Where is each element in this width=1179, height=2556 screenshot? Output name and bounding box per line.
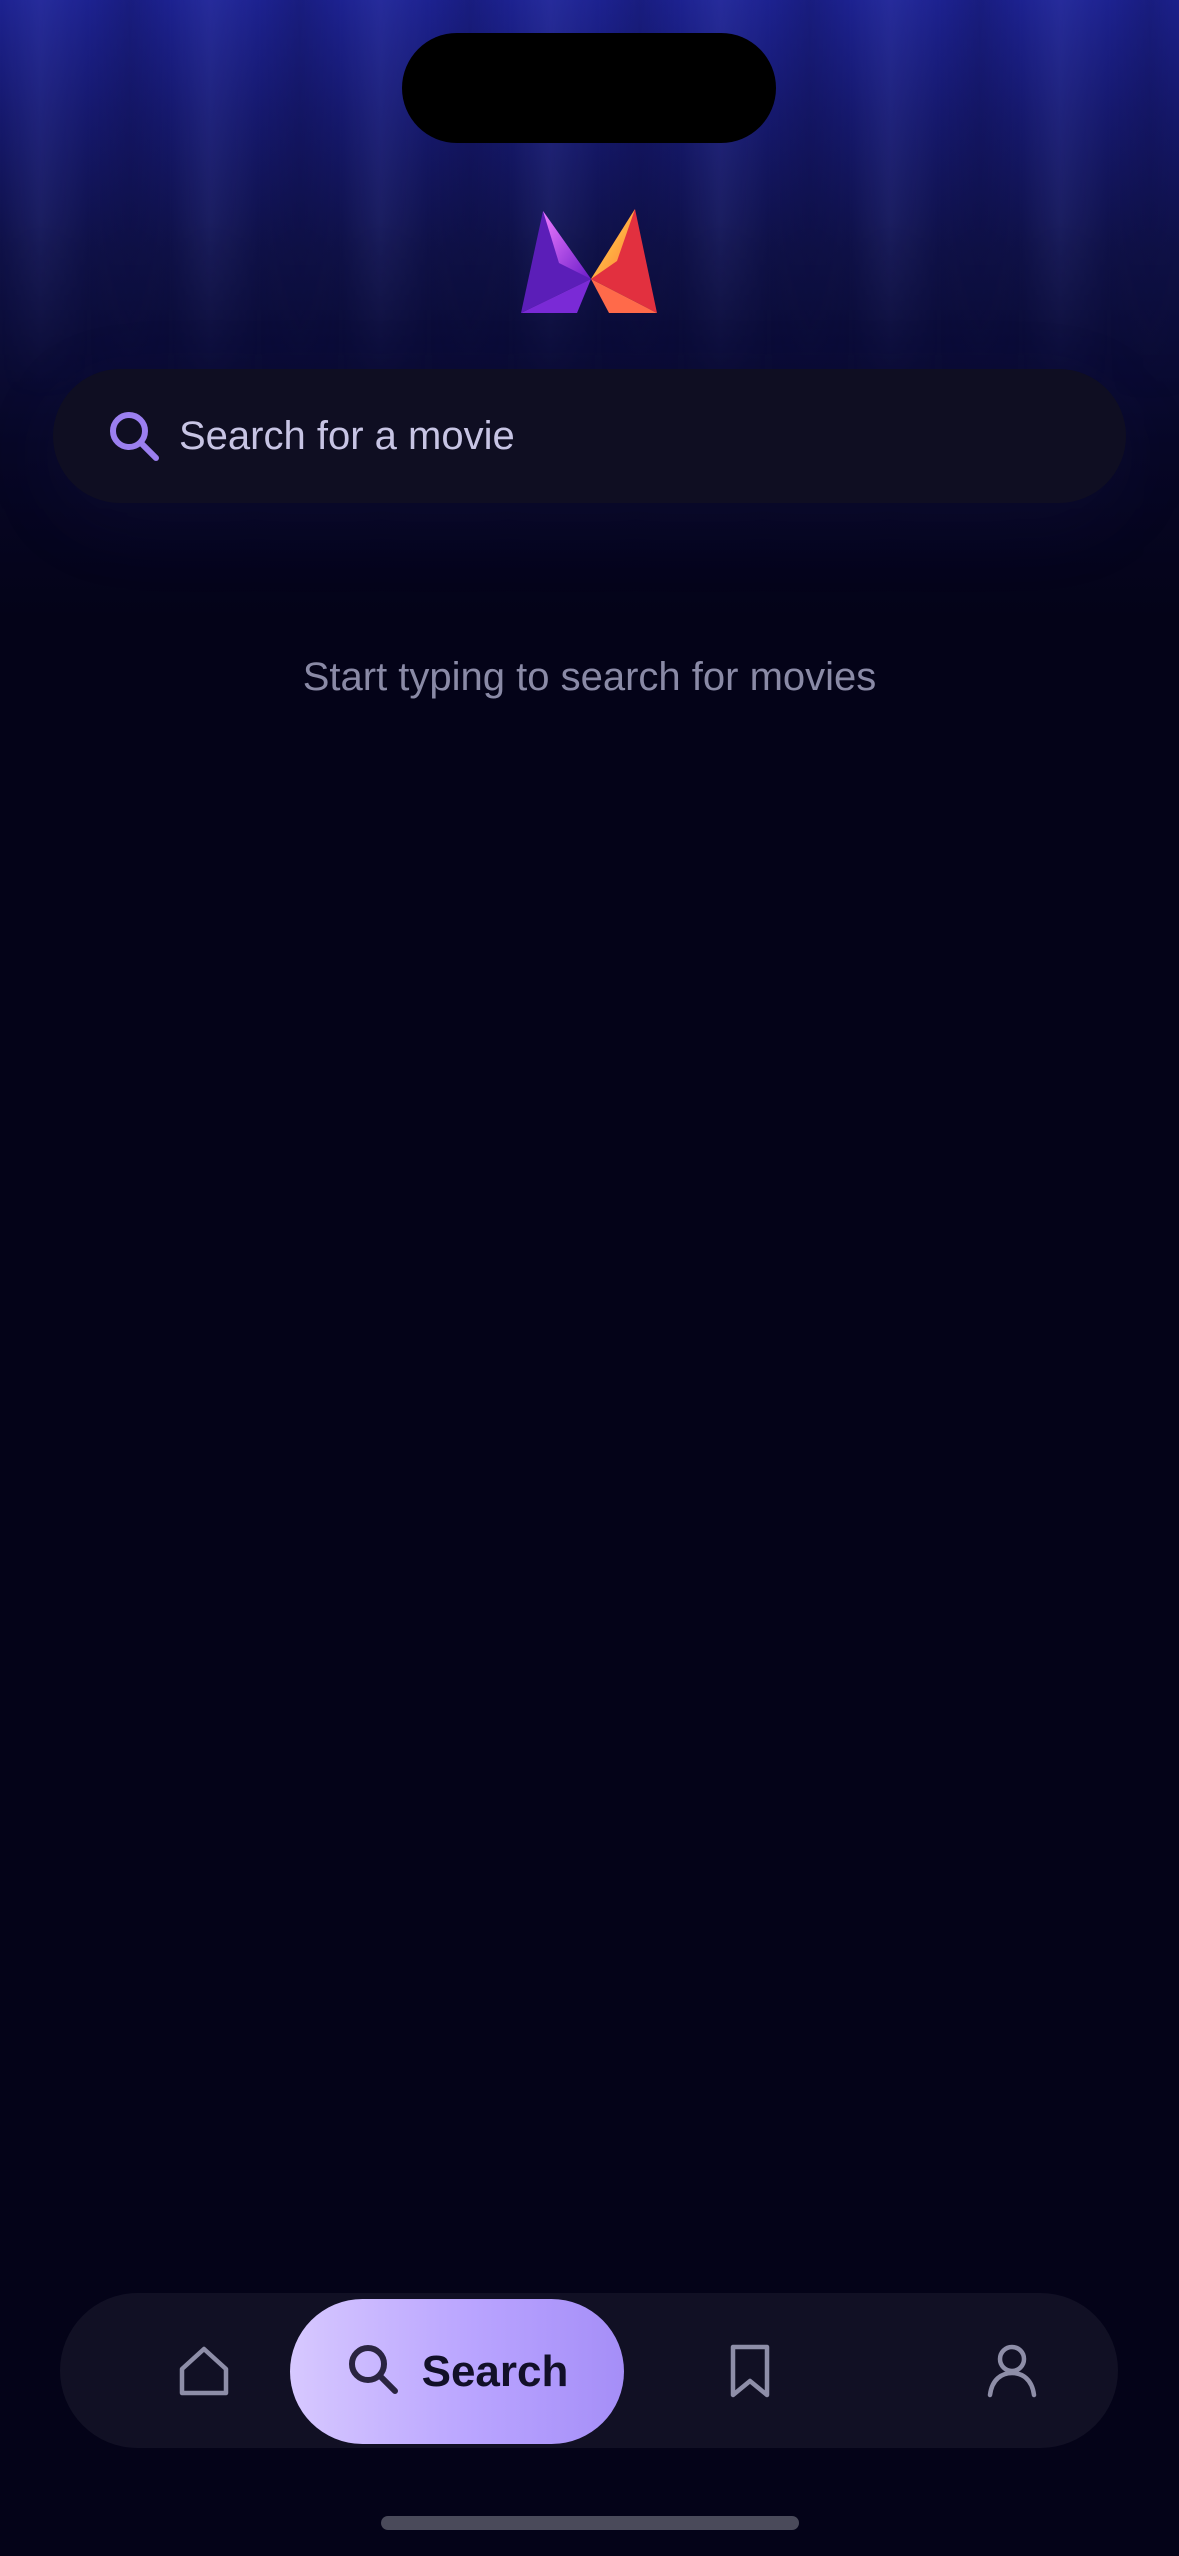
dynamic-island	[402, 33, 776, 143]
app-logo-icon	[521, 205, 657, 317]
search-placeholder: Search for a movie	[179, 414, 515, 458]
search-input[interactable]: Search for a movie	[53, 369, 1126, 503]
bottom-tab-bar: Search	[60, 2293, 1118, 2448]
tab-saved[interactable]	[700, 2293, 800, 2448]
tab-profile[interactable]	[962, 2293, 1062, 2448]
user-icon	[986, 2343, 1038, 2399]
tab-home[interactable]	[154, 2293, 254, 2448]
search-icon	[346, 2342, 400, 2401]
tab-search-label: Search	[421, 2346, 569, 2396]
empty-state-message: Start typing to search for movies	[302, 655, 877, 699]
home-indicator[interactable]	[381, 2516, 799, 2530]
tab-search[interactable]: Search	[290, 2299, 624, 2444]
bookmark-icon	[727, 2343, 773, 2399]
home-icon	[176, 2343, 232, 2399]
search-screen: Search for a movie Start typing to searc…	[0, 0, 1179, 2556]
search-icon	[107, 409, 161, 463]
